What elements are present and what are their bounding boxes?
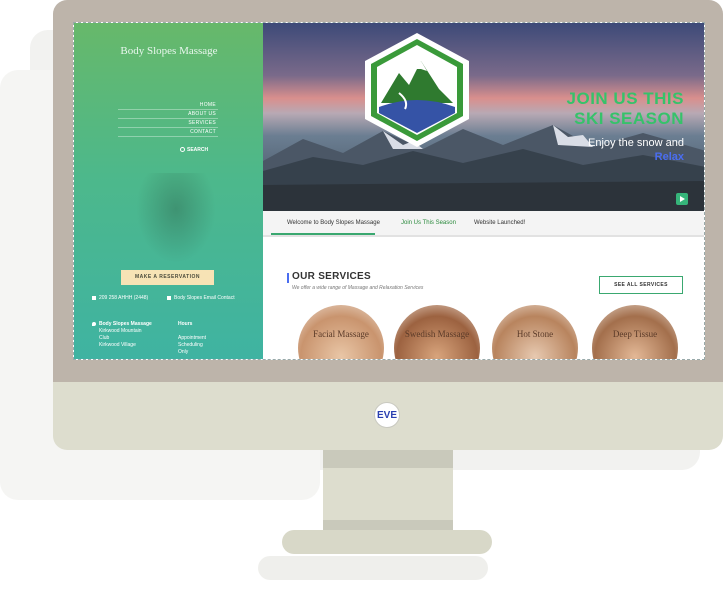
search-label: SEARCH bbox=[187, 147, 209, 153]
headline-line: SKI SEASON bbox=[574, 109, 684, 128]
section-accent-bar bbox=[287, 273, 289, 283]
screen: Body Slopes Massage HOME ABOUT US SERVIC… bbox=[73, 22, 705, 360]
location-title: Body Slopes Massage bbox=[99, 321, 152, 327]
service-swedish-massage[interactable]: Swedish Massage bbox=[394, 305, 480, 359]
search-icon bbox=[180, 147, 185, 153]
service-label: Deep Tissue bbox=[612, 329, 658, 339]
service-hot-stone[interactable]: Hot Stone bbox=[492, 305, 578, 359]
see-all-services-button[interactable]: SEE ALL SERVICES bbox=[599, 276, 683, 294]
tab-website-launched[interactable]: Website Launched! bbox=[474, 220, 525, 226]
nav-about[interactable]: ABOUT US bbox=[118, 110, 218, 119]
site-brand[interactable]: Body Slopes Massage bbox=[114, 45, 224, 58]
nav-contact[interactable]: CONTACT bbox=[118, 128, 218, 137]
monitor-base bbox=[282, 530, 492, 554]
services-subtitle: We offer a wide range of Massage and Rel… bbox=[292, 285, 424, 291]
headline-line: JOIN US THIS bbox=[566, 89, 684, 108]
nav-home[interactable]: HOME bbox=[118, 101, 218, 110]
hours-title: Hours bbox=[178, 321, 193, 327]
hero-slider[interactable]: JOIN US THIS SKI SEASON Enjoy the snow a… bbox=[263, 23, 704, 211]
email-icon bbox=[167, 295, 171, 300]
hero-subline: Enjoy the snow and bbox=[587, 137, 684, 149]
email-info[interactable]: Body Slopes Email Contact bbox=[167, 295, 242, 302]
hours-line: Appointment bbox=[178, 335, 207, 341]
play-icon[interactable] bbox=[676, 193, 688, 205]
hours-info: Hours Appointment Scheduling Only bbox=[178, 321, 238, 356]
hours-line: Only bbox=[178, 349, 189, 355]
service-label: Swedish Massage bbox=[404, 329, 470, 339]
brand-logo-icon: EVE bbox=[374, 402, 400, 428]
service-deep-tissue[interactable]: Deep Tissue bbox=[592, 305, 678, 359]
hours-line: Scheduling bbox=[178, 342, 203, 348]
phone-number: 209 258 AHHH (2448) bbox=[99, 295, 149, 301]
nav-services[interactable]: SERVICES bbox=[118, 119, 218, 128]
skier-silhouette bbox=[136, 173, 216, 263]
search-link[interactable]: SEARCH bbox=[180, 147, 208, 153]
hero-headline: JOIN US THIS SKI SEASON bbox=[567, 89, 684, 129]
mountain-shield-logo bbox=[365, 33, 469, 147]
tab-join-us[interactable]: Join Us This Season bbox=[401, 220, 456, 226]
phone-icon bbox=[92, 295, 96, 300]
news-tabs: Welcome to Body Slopes Massage Join Us T… bbox=[263, 211, 704, 237]
sidebar: Body Slopes Massage HOME ABOUT US SERVIC… bbox=[74, 23, 263, 359]
active-tab-indicator bbox=[271, 233, 375, 235]
location-line: Kirkwood Village bbox=[99, 342, 136, 348]
service-facial-massage[interactable]: Facial Massage bbox=[298, 305, 384, 359]
neck-band bbox=[323, 450, 453, 468]
location-line: Club bbox=[99, 335, 110, 341]
service-label: Facial Massage bbox=[313, 329, 369, 339]
neck-band bbox=[323, 520, 453, 530]
phone-info[interactable]: 209 258 AHHH (2448) bbox=[92, 295, 162, 302]
shadow bbox=[258, 556, 488, 580]
email-link: Body Slopes Email Contact bbox=[174, 295, 235, 301]
location-icon bbox=[92, 321, 96, 326]
services-title: OUR SERVICES bbox=[292, 271, 371, 282]
monitor-mockup: EVE Body Slopes Massage HOME ABOUT US SE… bbox=[0, 0, 723, 604]
reservation-button[interactable]: MAKE A RESERVATION bbox=[121, 270, 214, 285]
service-label: Hot Stone bbox=[516, 329, 554, 339]
location-line: Kirkwood Mountain bbox=[99, 328, 142, 334]
main-nav: HOME ABOUT US SERVICES CONTACT bbox=[118, 101, 218, 137]
location-info: Body Slopes Massage Kirkwood Mountain Cl… bbox=[92, 321, 167, 349]
hero-relax: Relax bbox=[654, 151, 684, 163]
tab-welcome[interactable]: Welcome to Body Slopes Massage bbox=[287, 220, 380, 226]
